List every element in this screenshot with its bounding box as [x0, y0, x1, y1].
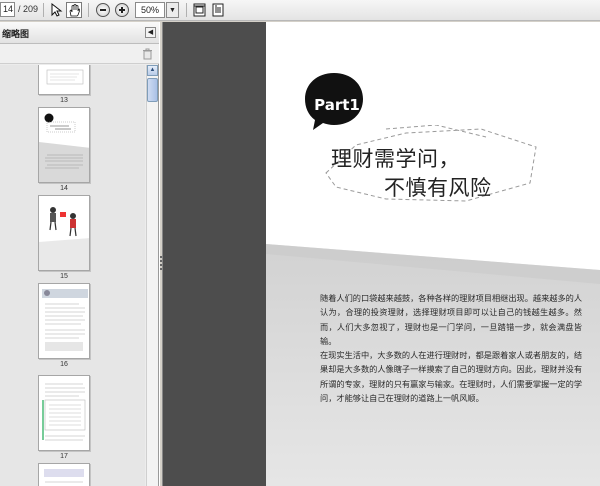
document-page: Part1 理财需学问， 不慎有风险 随着人们的口袋越来越鼓，各种各样的理财项目…: [266, 22, 600, 486]
zoom-in-icon[interactable]: [114, 2, 130, 18]
chapter-title-line2: 不慎有风险: [384, 176, 492, 200]
toolbar: 14 / 209 50% ▼: [0, 0, 600, 21]
part-label: Part1: [314, 96, 360, 114]
chevron-down-icon: ▼: [169, 6, 176, 14]
thumbnail-page[interactable]: [38, 375, 90, 451]
scroll-thumb[interactable]: [147, 78, 158, 102]
body-paragraph: 随着人们的口袋越来越鼓，各种各样的理财项目相继出现。越来越多的人认为，合理的投资…: [320, 293, 583, 346]
splitter-grip: [160, 260, 162, 262]
toolbar-divider: [88, 3, 89, 17]
sidebar-header: 缩略图 ◀: [0, 22, 159, 44]
splitter-grip: [160, 264, 162, 266]
thumbnail-label: 17: [60, 453, 68, 460]
thumbnail-label: 13: [60, 97, 68, 104]
zoom-dropdown-button[interactable]: ▼: [166, 2, 179, 18]
thumbnail-page[interactable]: [38, 463, 90, 486]
thumbnail-page[interactable]: [38, 65, 90, 95]
thumbnail-list: 13 14 15 16 17: [0, 65, 145, 486]
hand-tool-icon[interactable]: [66, 2, 82, 18]
scroll-up-button[interactable]: ▲: [147, 65, 158, 76]
chevron-left-icon: ◀: [147, 29, 154, 36]
total-pages: / 209: [18, 4, 39, 14]
thumbnail-scrollbar[interactable]: ▲: [146, 65, 158, 486]
thumbnail-page[interactable]: [38, 283, 90, 359]
body-paragraph: 在现实生活中，大多数的人在进行理财时，都是跟着家人或者朋友的，结果却是大多数的人…: [320, 350, 583, 403]
fit-width-icon[interactable]: [210, 2, 226, 18]
thumbnail-page[interactable]: [38, 195, 90, 271]
document-view[interactable]: Part1 理财需学问， 不慎有风险 随着人们的口袋越来越鼓，各种各样的理财项目…: [163, 22, 600, 486]
thumbnail-label: 14: [60, 185, 68, 192]
thumbnail-sidebar: 缩略图 ◀ 13 14 15 16 17 ▲: [0, 22, 159, 486]
sidebar-toolbar: [0, 44, 159, 64]
chevron-up-icon: ▲: [149, 67, 156, 73]
thumbnail-page-current[interactable]: [38, 107, 90, 183]
select-arrow-icon[interactable]: [49, 2, 65, 18]
page-number-input[interactable]: 14: [0, 2, 15, 17]
splitter-grip: [160, 256, 162, 258]
splitter-grip: [160, 268, 162, 270]
toolbar-divider: [43, 3, 44, 17]
collapse-sidebar-button[interactable]: ◀: [145, 27, 156, 38]
thumbnail-label: 16: [60, 361, 68, 368]
trash-icon[interactable]: [142, 48, 153, 60]
sidebar-title: 缩略图: [2, 29, 30, 39]
chapter-title-line1: 理财需学问，: [331, 147, 460, 171]
toolbar-divider: [186, 3, 187, 17]
fit-page-icon[interactable]: [191, 2, 207, 18]
zoom-level-input[interactable]: 50%: [135, 2, 165, 18]
thumbnail-label: 15: [60, 273, 68, 280]
zoom-out-icon[interactable]: [95, 2, 111, 18]
